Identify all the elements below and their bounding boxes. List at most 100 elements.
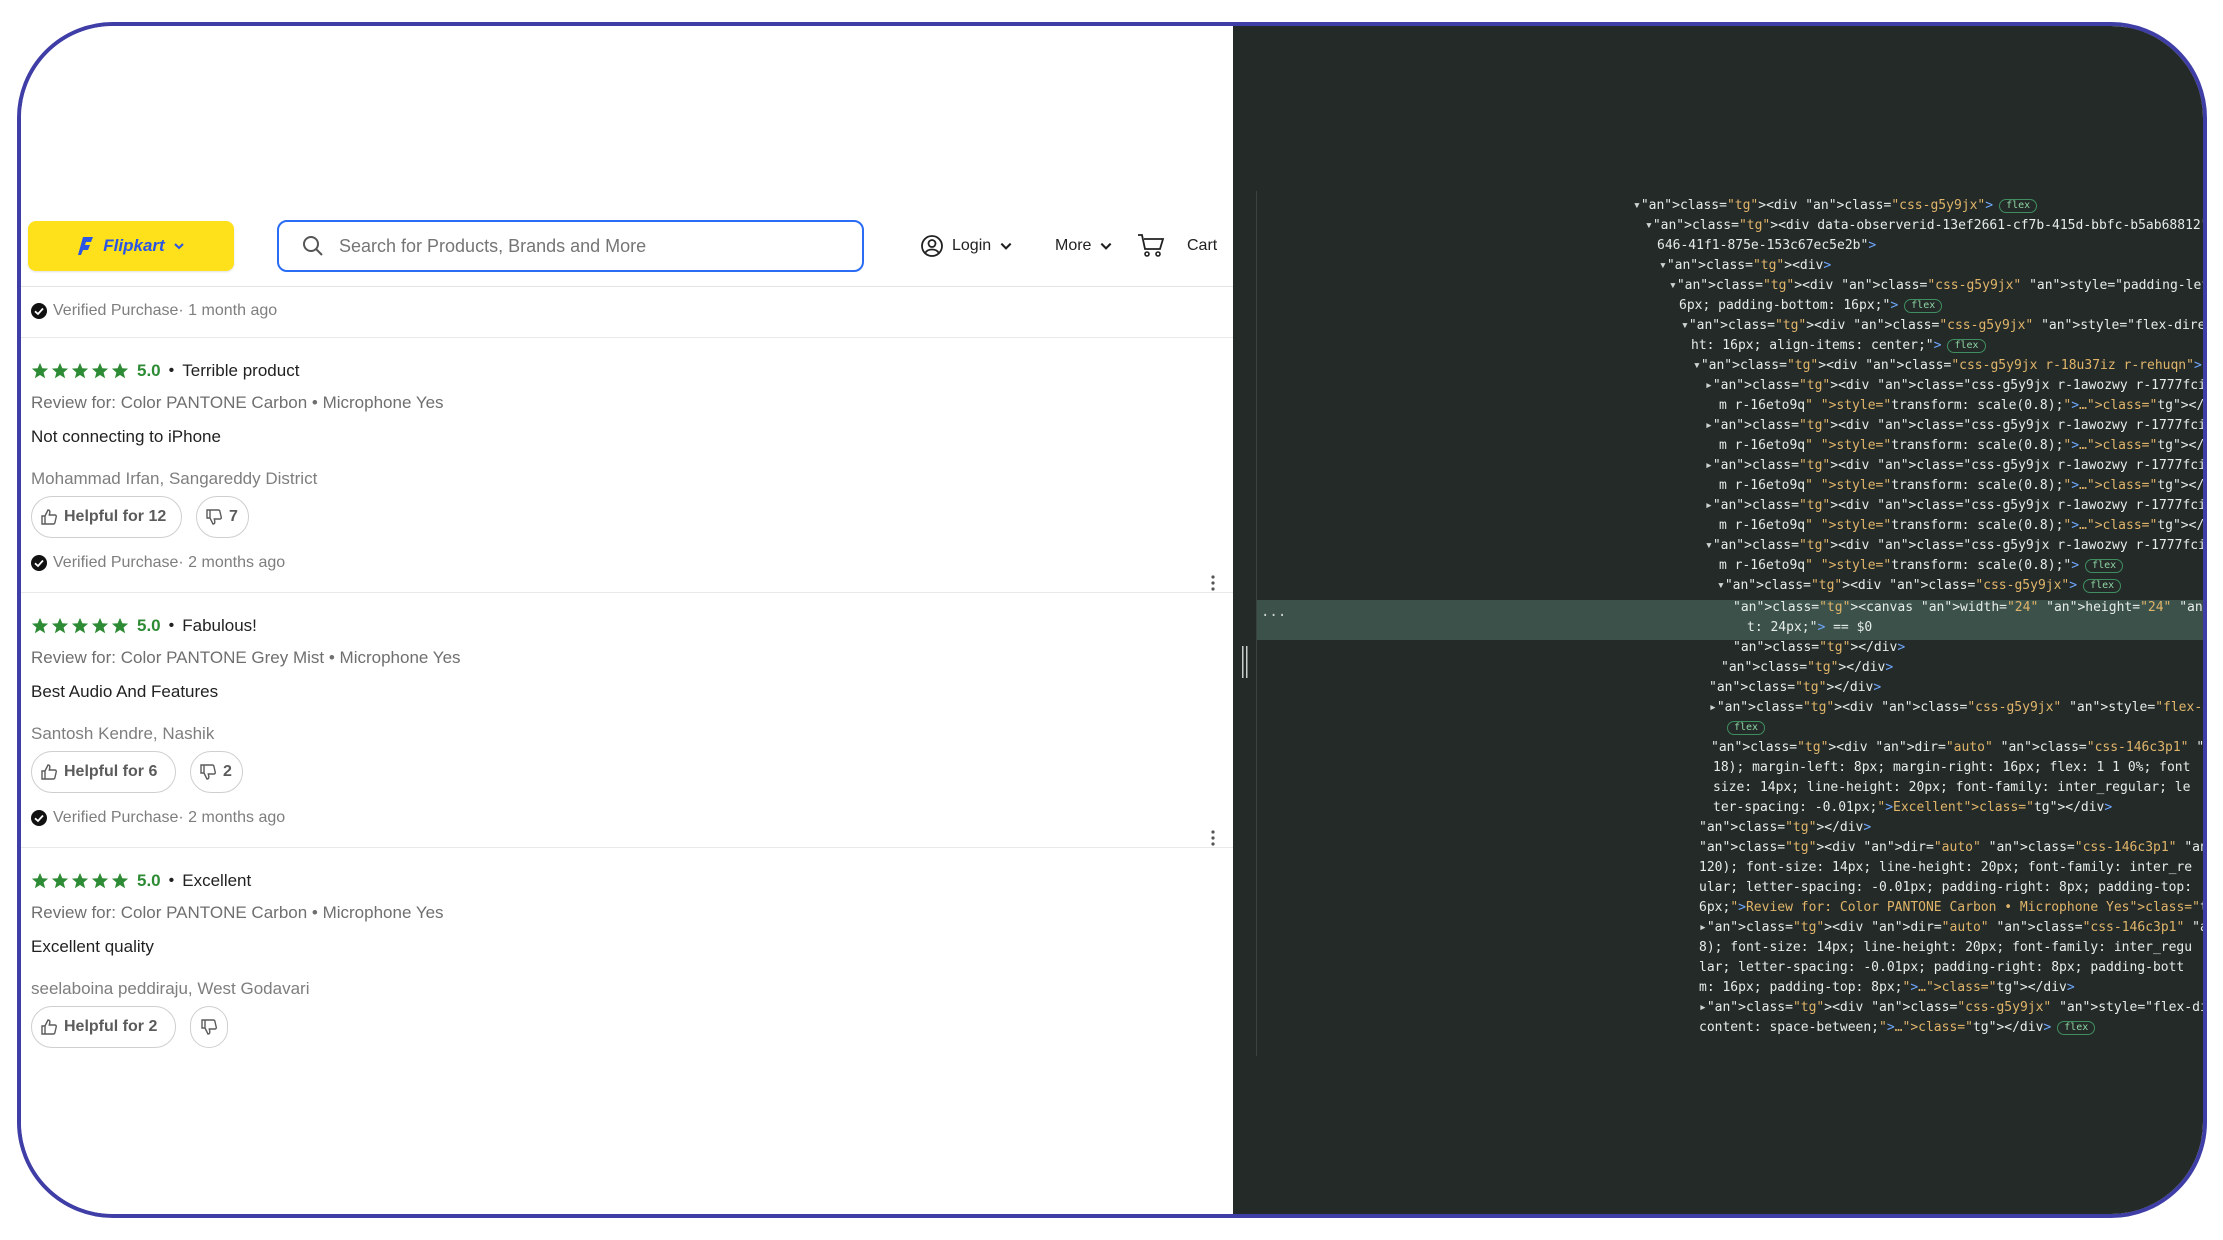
- dom-node-text: 120); font-size: 14px; line-height: 20px…: [1699, 860, 2193, 875]
- dom-node-line[interactable]: ▾"an">class="tg"><div "an">class="css-g5…: [1705, 536, 2203, 556]
- flipkart-logo-button[interactable]: Flipkart: [28, 221, 234, 271]
- dom-node-line[interactable]: ▾"an">class="tg"><div data-observerid-13…: [1645, 216, 2203, 236]
- dom-node-line[interactable]: flex: [1721, 718, 1766, 738]
- expanded-triangle-icon[interactable]: ▾: [1645, 218, 1653, 233]
- dom-node-line[interactable]: ▸"an">class="tg"><div "an">class="css-g5…: [1699, 998, 2203, 1018]
- cart-label[interactable]: Cart: [1187, 237, 1217, 255]
- flex-badge[interactable]: flex: [2085, 558, 2124, 573]
- flipkart-logo-icon: [78, 237, 94, 255]
- dislike-count: 7: [229, 508, 238, 525]
- dom-node-line[interactable]: ▸"an">class="tg"><div "an">dir="auto" "a…: [1699, 918, 2203, 938]
- dom-node-line[interactable]: ular; letter-spacing: -0.01px; padding-r…: [1699, 878, 2192, 898]
- dom-node-line[interactable]: ▸"an">class="tg"><div "an">class="css-g5…: [1705, 376, 2203, 396]
- flex-badge[interactable]: flex: [2083, 578, 2122, 593]
- helpful-button[interactable]: Helpful for 12: [31, 496, 182, 538]
- dom-node-line[interactable]: "an">class="tg"></div>: [1699, 818, 1871, 838]
- dom-node-line[interactable]: ▾"an">class="tg"><div "an">class="css-g5…: [1693, 356, 2203, 376]
- thumbs-down-icon: [200, 764, 216, 780]
- collapsed-triangle-icon[interactable]: ▸: [1705, 458, 1713, 473]
- dom-node-line[interactable]: ter-spacing: -0.01px;">Excellent">class=…: [1713, 798, 2112, 818]
- expanded-triangle-icon[interactable]: ▾: [1659, 258, 1667, 273]
- dom-node-line[interactable]: m r-16eto9q" ">style="transform: scale(0…: [1719, 436, 2203, 456]
- dom-node-line[interactable]: lar; letter-spacing: -0.01px; padding-ri…: [1699, 958, 2184, 978]
- login-label[interactable]: Login: [952, 237, 991, 255]
- dom-node-line[interactable]: t: 24px;"> == $0: [1747, 618, 1872, 638]
- search-box[interactable]: [277, 220, 864, 272]
- collapsed-triangle-icon[interactable]: ▸: [1705, 418, 1713, 433]
- expanded-triangle-icon[interactable]: ▾: [1681, 318, 1689, 333]
- collapsed-triangle-icon[interactable]: ▸: [1705, 378, 1713, 393]
- expanded-triangle-icon[interactable]: ▾: [1669, 278, 1677, 293]
- dom-node-line[interactable]: "an">class="tg"><canvas "an">width="24" …: [1733, 598, 2203, 618]
- verified-text: Verified Purchase· 1 month ago: [53, 302, 278, 319]
- collapsed-triangle-icon[interactable]: ▸: [1699, 920, 1707, 935]
- dom-node-line[interactable]: ▸"an">class="tg"><div "an">class="css-g5…: [1705, 456, 2203, 476]
- dom-node-line[interactable]: m r-16eto9q" ">style="transform: scale(0…: [1719, 476, 2203, 496]
- dom-node-line[interactable]: ▾"an">class="tg"><div "an">class="css-g5…: [1681, 316, 2203, 336]
- dom-node-line[interactable]: ▾"an">class="tg"><div "an">class="css-g5…: [1717, 576, 2122, 596]
- dom-node-line[interactable]: ht: 16px; align-items: center;"> flex: [1691, 336, 1986, 356]
- dom-node-line[interactable]: ▾"an">class="tg"><div>: [1659, 256, 1831, 276]
- dom-node-text: "an">class="tg"><div "an">class="css-g5y…: [1712, 498, 2206, 513]
- dom-node-line[interactable]: ▾"an">class="tg"><div "an">class="css-g5…: [1633, 196, 2038, 216]
- dom-node-line[interactable]: "an">class="tg"></div>: [1721, 658, 1893, 678]
- dislike-button[interactable]: [190, 1006, 228, 1048]
- more-options-icon[interactable]: [1211, 830, 1215, 846]
- flex-badge[interactable]: flex: [1904, 298, 1943, 313]
- helpful-button[interactable]: Helpful for 6: [31, 751, 176, 793]
- star-icon: [111, 362, 129, 379]
- expanded-triangle-icon[interactable]: ▾: [1633, 198, 1641, 213]
- login-menu[interactable]: Login: [920, 223, 1013, 269]
- review-author: Santosh Kendre, Nashik: [31, 724, 215, 743]
- dislike-button[interactable]: 7: [196, 496, 249, 538]
- helpful-label: Helpful for 6: [64, 763, 158, 780]
- node-options-ellipsis[interactable]: ···: [1261, 608, 1286, 624]
- dom-node-text: m r-16eto9q" ">style="transform: scale(0…: [1719, 518, 2205, 533]
- helpful-button[interactable]: Helpful for 2: [31, 1006, 176, 1048]
- dom-node-line[interactable]: content: space-between;">…">class="tg"><…: [1699, 1018, 2096, 1038]
- flex-badge[interactable]: flex: [1727, 720, 1766, 735]
- more-label[interactable]: More: [1055, 237, 1091, 255]
- reviews-list: Verified Purchase· 1 month ago 5.0 • Ter…: [21, 286, 1233, 1066]
- flex-badge[interactable]: flex: [1947, 338, 1986, 353]
- dom-node-line[interactable]: size: 14px; line-height: 20px; font-fami…: [1713, 778, 2190, 798]
- dom-node-line[interactable]: "an">class="tg"></div>: [1709, 678, 1881, 698]
- resize-handle-icon[interactable]: [1242, 646, 1248, 678]
- dislike-button[interactable]: 2: [190, 751, 243, 793]
- dom-node-line[interactable]: m r-16eto9q" ">style="transform: scale(0…: [1719, 396, 2203, 416]
- expanded-triangle-icon[interactable]: ▾: [1717, 578, 1725, 593]
- dom-node-line[interactable]: m: 16px; padding-top: 8px;">…">class="tg…: [1699, 978, 2075, 998]
- dom-node-line[interactable]: "an">class="tg"><div "an">dir="auto" "an…: [1711, 738, 2203, 758]
- expanded-triangle-icon[interactable]: ▾: [1705, 538, 1713, 553]
- dom-node-line[interactable]: ▸"an">class="tg"><div "an">class="css-g5…: [1705, 416, 2206, 436]
- dom-node-line[interactable]: ▸"an">class="tg"><div "an">class="css-g5…: [1709, 698, 2203, 718]
- star-rating: [31, 362, 129, 380]
- dom-node-line[interactable]: m r-16eto9q" ">style="transform: scale(0…: [1719, 556, 2124, 576]
- collapsed-triangle-icon[interactable]: ▸: [1699, 1000, 1707, 1015]
- dom-node-line[interactable]: "an">class="tg"><div "an">dir="auto" "an…: [1699, 838, 2203, 858]
- cart-link[interactable]: Cart: [1137, 223, 1217, 269]
- star-icon: [91, 362, 109, 379]
- collapsed-triangle-icon[interactable]: ▸: [1709, 700, 1717, 715]
- dom-node-line[interactable]: ▾"an">class="tg"><div "an">class="css-g5…: [1669, 276, 2203, 296]
- dom-node-line[interactable]: 6px;">Review for: Color PANTONE Carbon •…: [1699, 898, 2203, 918]
- more-options-icon[interactable]: [1211, 575, 1215, 591]
- dom-node-line[interactable]: 6px; padding-bottom: 16px;"> flex: [1679, 296, 1943, 316]
- dom-node-line[interactable]: 18); margin-left: 8px; margin-right: 16p…: [1713, 758, 2190, 778]
- dom-node-line[interactable]: "an">class="tg"></div>: [1733, 638, 1905, 658]
- rating-value: 5.0: [137, 616, 161, 635]
- dom-node-line[interactable]: 120); font-size: 14px; line-height: 20px…: [1699, 858, 2192, 878]
- flex-badge[interactable]: flex: [2057, 1020, 2096, 1035]
- dom-node-text: "an">class="tg"><div "an">class="css-g5y…: [1712, 418, 2206, 433]
- dom-node-line[interactable]: m r-16eto9q" ">style="transform: scale(0…: [1719, 516, 2205, 536]
- expanded-triangle-icon[interactable]: ▾: [1693, 358, 1701, 373]
- search-input[interactable]: [337, 234, 821, 258]
- collapsed-triangle-icon[interactable]: ▸: [1705, 498, 1713, 513]
- flex-badge[interactable]: flex: [1999, 198, 2038, 213]
- dom-node-line[interactable]: 646-41f1-875e-153c67ec5e2b">: [1657, 236, 1876, 256]
- helpful-label: Helpful for 2: [64, 1018, 158, 1035]
- dom-node-line[interactable]: 8); font-size: 14px; line-height: 20px; …: [1699, 938, 2192, 958]
- more-menu[interactable]: More: [1055, 223, 1113, 269]
- dom-node-line[interactable]: ▸"an">class="tg"><div "an">class="css-g5…: [1705, 496, 2206, 516]
- dom-node-text: content: space-between;">…">class="tg"><…: [1699, 1020, 2052, 1035]
